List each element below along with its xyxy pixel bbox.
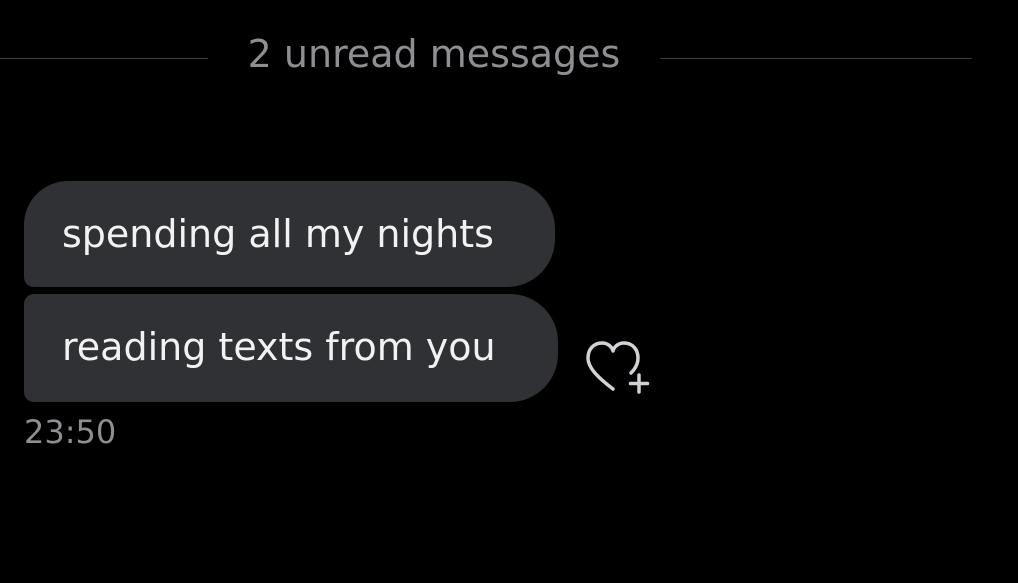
heart-plus-icon[interactable] xyxy=(580,334,656,400)
message-text: reading texts from you xyxy=(62,325,496,369)
message-text: spending all my nights xyxy=(62,212,494,256)
divider-line-right xyxy=(660,58,972,59)
unread-divider: 2 unread messages xyxy=(0,30,972,80)
message-bubble[interactable]: reading texts from you xyxy=(24,294,558,402)
unread-messages-label: 2 unread messages xyxy=(247,32,621,76)
message-bubble[interactable]: spending all my nights xyxy=(24,181,555,287)
divider-line-left xyxy=(0,58,208,59)
message-timestamp: 23:50 xyxy=(24,413,117,451)
